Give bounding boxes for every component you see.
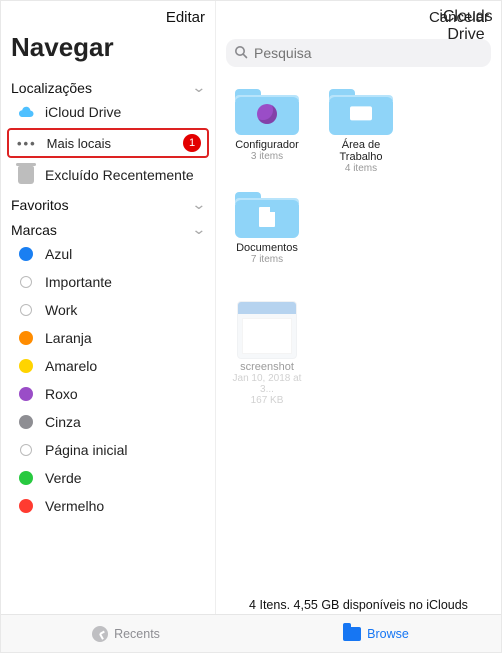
- tag-dot-icon: [17, 359, 35, 373]
- sidebar-item-icloud[interactable]: iCloud Drive: [1, 98, 215, 126]
- chevron-down-icon: ⌄: [192, 196, 207, 213]
- browse-label: Browse: [367, 627, 409, 641]
- tag-label: Roxo: [45, 386, 78, 402]
- favorites-label: Favoritos: [11, 197, 69, 213]
- folder-grid: Configurador3 items Área de Trabalho4 ite…: [216, 79, 501, 416]
- folder-meta: 4 items: [326, 163, 396, 174]
- tag-dot-icon: [17, 471, 35, 485]
- folder-meta: 3 items: [232, 151, 302, 162]
- more-locations-label: Mais locais: [47, 136, 111, 151]
- tags-label: Marcas: [11, 222, 57, 238]
- tag-row[interactable]: Amarelo: [1, 352, 215, 380]
- folder-name: Área de Trabalho: [326, 139, 396, 163]
- tag-dot-icon: [17, 276, 35, 288]
- page-title: Navegar: [1, 30, 215, 73]
- search-field[interactable]: [226, 39, 491, 67]
- sidebar-item-more-locations[interactable]: ••• Mais locais 1: [7, 128, 209, 158]
- recents-label: Recents: [114, 627, 160, 641]
- tag-label: Cinza: [45, 414, 81, 430]
- tag-dot-icon: [17, 304, 35, 316]
- favorites-header[interactable]: Favoritos ⌄: [1, 190, 215, 215]
- folder-item[interactable]: Configurador3 items: [232, 89, 302, 174]
- locations-header[interactable]: Localizações ⌄: [1, 73, 215, 98]
- file-date: Jan 10, 2018 at 3...: [232, 373, 302, 395]
- more-icon: •••: [17, 136, 37, 151]
- folder-name: Configurador: [232, 139, 302, 151]
- tag-dot-icon: [17, 499, 35, 513]
- folder-item[interactable]: Documentos7 items: [232, 192, 302, 265]
- tag-label: Amarelo: [45, 358, 97, 374]
- file-name: screenshot: [232, 361, 302, 373]
- folder-item[interactable]: Área de Trabalho4 items: [326, 89, 396, 174]
- tag-label: Laranja: [45, 330, 92, 346]
- trash-icon: [17, 166, 35, 184]
- folder-icon: [343, 627, 361, 641]
- content-pane: Cancelar iClouds Drive Configurador3 ite…: [216, 1, 501, 616]
- recently-deleted-label: Excluído Recentemente: [45, 167, 194, 183]
- tag-row[interactable]: Importante: [1, 268, 215, 296]
- tag-label: Verde: [45, 470, 82, 486]
- tag-row[interactable]: Azul: [1, 240, 215, 268]
- sidebar: Editar Navegar Localizações ⌄ iCloud Dri…: [1, 1, 216, 616]
- cloud-icon: [17, 106, 35, 118]
- status-bar: 4 Itens. 4,55 GB disponíveis no iClouds: [216, 598, 501, 612]
- folder-name: Documentos: [232, 242, 302, 254]
- tag-row[interactable]: Vermelho: [1, 492, 215, 520]
- tag-row[interactable]: Cinza: [1, 408, 215, 436]
- icloud-label: iCloud Drive: [45, 104, 121, 120]
- chevron-down-icon: ⌄: [192, 79, 207, 96]
- locations-label: Localizações: [11, 80, 92, 96]
- tag-dot-icon: [17, 387, 35, 401]
- tags-header[interactable]: Marcas ⌄: [1, 215, 215, 240]
- notification-badge: 1: [183, 134, 201, 152]
- tab-recents[interactable]: Recents: [1, 615, 251, 652]
- tag-row[interactable]: Verde: [1, 464, 215, 492]
- tag-label: Importante: [45, 274, 112, 290]
- clock-icon: [92, 626, 108, 642]
- tag-dot-icon: [17, 247, 35, 261]
- cancel-button[interactable]: Cancelar: [429, 9, 489, 26]
- tag-row[interactable]: Página inicial: [1, 436, 215, 464]
- edit-button[interactable]: Editar: [166, 9, 205, 26]
- tab-browse[interactable]: Browse: [251, 615, 501, 652]
- tag-row[interactable]: Laranja: [1, 324, 215, 352]
- tag-dot-icon: [17, 444, 35, 456]
- tag-label: Azul: [45, 246, 72, 262]
- file-item-screenshot[interactable]: screenshotJan 10, 2018 at 3...167 KB: [232, 301, 302, 406]
- tag-label: Vermelho: [45, 498, 104, 514]
- sidebar-item-recently-deleted[interactable]: Excluído Recentemente: [1, 160, 215, 190]
- bottom-tab-bar: Recents Browse: [1, 614, 501, 652]
- file-size: 167 KB: [232, 395, 302, 406]
- search-icon: [234, 45, 248, 62]
- chevron-down-icon: ⌄: [192, 221, 207, 238]
- tag-label: Work: [45, 302, 77, 318]
- tag-row[interactable]: Work: [1, 296, 215, 324]
- tag-dot-icon: [17, 331, 35, 345]
- tag-dot-icon: [17, 415, 35, 429]
- folder-meta: 7 items: [232, 254, 302, 265]
- tag-label: Página inicial: [45, 442, 128, 458]
- search-input[interactable]: [254, 45, 483, 61]
- tag-row[interactable]: Roxo: [1, 380, 215, 408]
